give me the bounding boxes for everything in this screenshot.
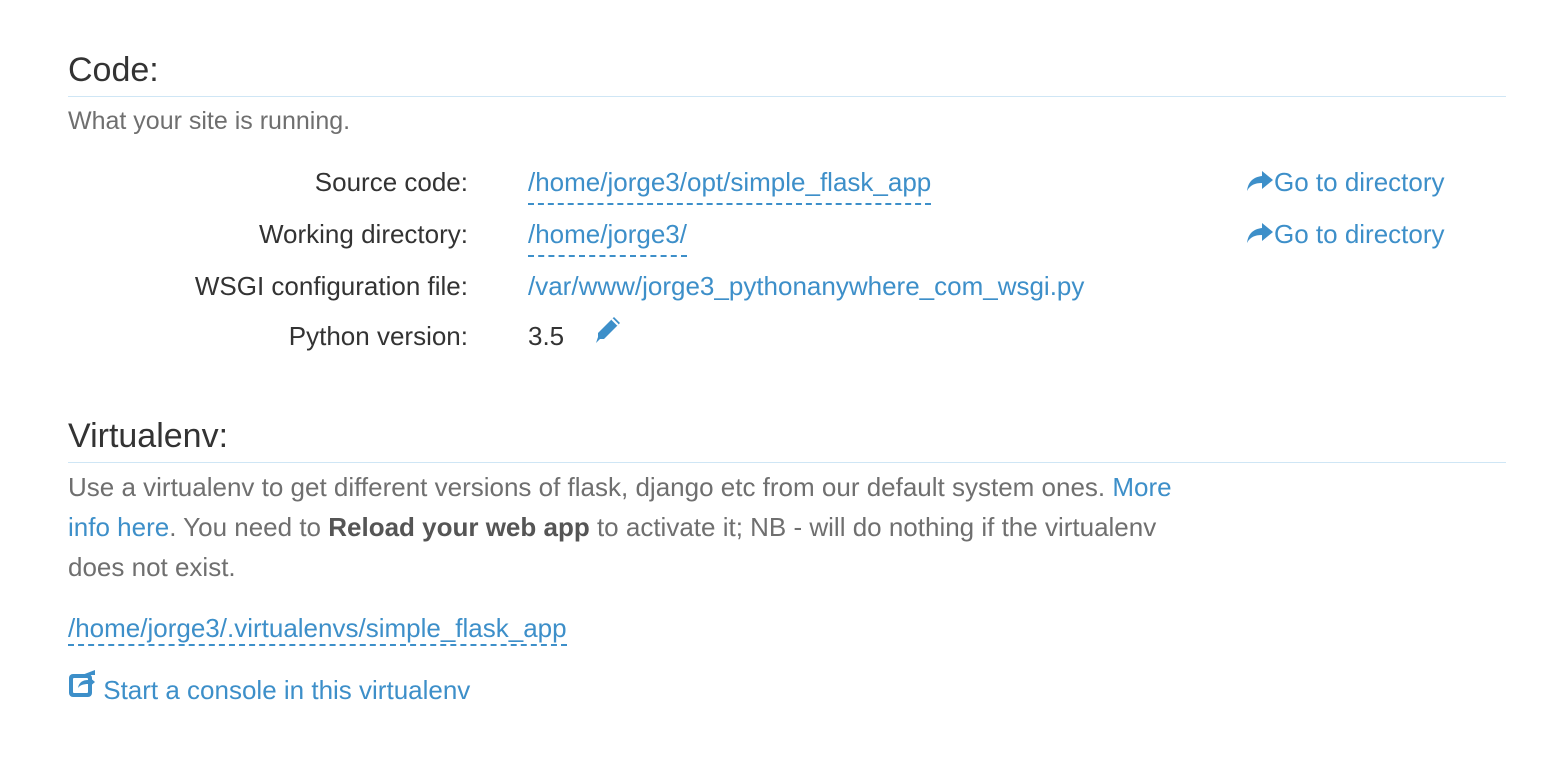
working-directory-path[interactable]: /home/jorge3/ bbox=[528, 214, 687, 257]
share-arrow-icon bbox=[1246, 216, 1274, 256]
wsgi-config-row: WSGI configuration file: /var/www/jorge3… bbox=[68, 266, 1506, 306]
virtualenv-section: Virtualenv: Use a virtualenv to get diff… bbox=[68, 414, 1506, 587]
working-directory-goto-link[interactable]: Go to directory bbox=[1246, 214, 1445, 256]
virtualenv-desc-part1: Use a virtualenv to get different versio… bbox=[68, 472, 1113, 502]
start-console-link[interactable]: Start a console in this virtualenv bbox=[68, 670, 471, 705]
wsgi-config-label: WSGI configuration file: bbox=[194, 271, 468, 301]
code-section-title: Code: bbox=[68, 48, 1506, 97]
pencil-icon[interactable] bbox=[593, 314, 623, 355]
wsgi-config-link[interactable]: /var/www/jorge3_pythonanywhere_com_wsgi.… bbox=[528, 266, 1084, 306]
source-code-label: Source code: bbox=[314, 167, 468, 197]
virtualenv-section-title: Virtualenv: bbox=[68, 414, 1506, 463]
python-version-value-wrap: 3.5 bbox=[528, 316, 623, 356]
code-section: Code: What your site is running. bbox=[68, 48, 1506, 141]
virtualenv-path[interactable]: /home/jorge3/.virtualenvs/simple_flask_a… bbox=[68, 613, 567, 646]
source-code-row: Source code: /home/jorge3/opt/simple_fla… bbox=[68, 162, 1506, 205]
code-section-description: What your site is running. bbox=[68, 107, 351, 135]
share-arrow-icon bbox=[1246, 164, 1274, 204]
reload-web-app-bold: Reload your web app bbox=[328, 512, 590, 542]
python-version-value: 3.5 bbox=[528, 321, 565, 351]
source-code-goto-link[interactable]: Go to directory bbox=[1246, 162, 1445, 204]
virtualenv-description: Use a virtualenv to get different versio… bbox=[68, 467, 1178, 587]
working-directory-label: Working directory: bbox=[258, 219, 468, 249]
python-version-row: Python version: 3.5 bbox=[68, 316, 1506, 356]
python-version-label: Python version: bbox=[288, 321, 468, 351]
virtualenv-path-block: /home/jorge3/.virtualenvs/simple_flask_a… bbox=[68, 608, 1506, 648]
source-code-goto-label: Go to directory bbox=[1274, 167, 1445, 197]
working-directory-row: Working directory: /home/jorge3/ Go to d… bbox=[68, 214, 1506, 257]
source-code-path[interactable]: /home/jorge3/opt/simple_flask_app bbox=[528, 162, 932, 205]
working-directory-goto-label: Go to directory bbox=[1274, 219, 1445, 249]
virtualenv-console-block: Start a console in this virtualenv bbox=[68, 670, 1506, 710]
start-console-label: Start a console in this virtualenv bbox=[103, 675, 471, 705]
external-link-icon bbox=[68, 669, 96, 709]
virtualenv-desc-part2: . You need to bbox=[169, 512, 329, 542]
